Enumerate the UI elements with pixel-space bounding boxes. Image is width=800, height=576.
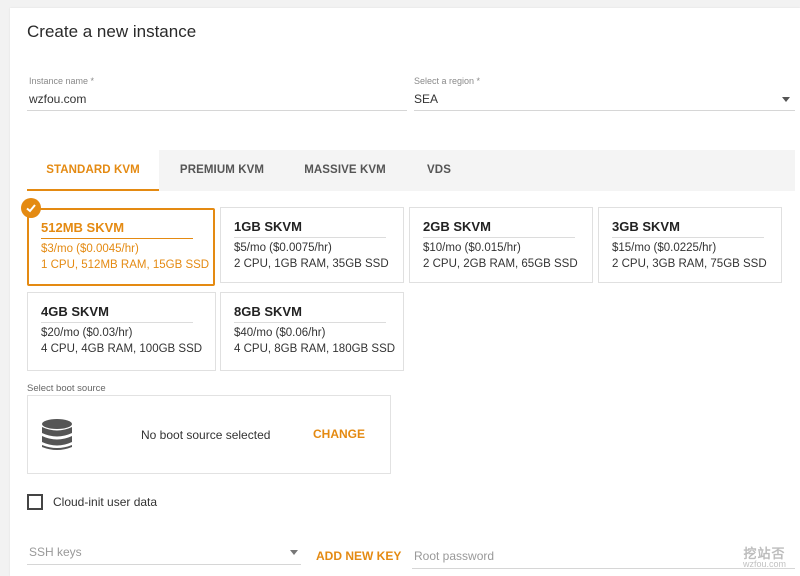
plan-card-4gb[interactable]: 4GB SKVM $20/mo ($0.03/hr) 4 CPU, 4GB RA… — [27, 292, 216, 371]
checkmark-icon — [21, 198, 41, 218]
region-underline — [414, 110, 795, 111]
plan-type-tabs: STANDARD KVM PREMIUM KVM MASSIVE KVM VDS — [27, 150, 795, 191]
watermark-logo: 挖站否 — [743, 546, 786, 561]
create-instance-panel: Create a new instance Instance name * wz… — [10, 8, 800, 576]
cloud-init-label: Cloud-init user data — [53, 495, 158, 509]
plan-price: $40/mo ($0.06/hr) — [234, 327, 326, 339]
plan-name: 4GB SKVM — [41, 304, 193, 323]
watermark-site: wzfou.com — [742, 559, 786, 569]
plan-specs: 4 CPU, 8GB RAM, 180GB SSD — [234, 343, 396, 355]
plan-name: 1GB SKVM — [234, 219, 386, 238]
root-password-input[interactable]: Root password — [414, 549, 494, 563]
instance-name-input[interactable]: wzfou.com — [29, 92, 86, 106]
plan-card-2gb[interactable]: 2GB SKVM $10/mo ($0.015/hr) 2 CPU, 2GB R… — [409, 207, 593, 283]
plan-name: 512MB SKVM — [41, 220, 193, 239]
page-title: Create a new instance — [27, 22, 197, 41]
plan-card-3gb[interactable]: 3GB SKVM $15/mo ($0.0225/hr) 2 CPU, 3GB … — [598, 207, 782, 283]
plan-card-8gb[interactable]: 8GB SKVM $40/mo ($0.06/hr) 4 CPU, 8GB RA… — [220, 292, 404, 371]
plan-price: $20/mo ($0.03/hr) — [41, 327, 133, 339]
tab-massive-kvm[interactable]: MASSIVE KVM — [295, 150, 395, 191]
plan-price: $3/mo ($0.0045/hr) — [41, 243, 139, 255]
plan-specs: 1 CPU, 512MB RAM, 15GB SSD — [41, 259, 210, 271]
plan-name: 3GB SKVM — [612, 219, 764, 238]
plan-specs: 4 CPU, 4GB RAM, 100GB SSD — [41, 343, 203, 355]
boot-source-label: Select boot source — [27, 383, 106, 394]
plan-card-512mb[interactable]: 512MB SKVM $3/mo ($0.0045/hr) 1 CPU, 512… — [21, 198, 215, 286]
database-icon — [40, 418, 74, 457]
region-select[interactable]: SEA — [414, 92, 438, 106]
tab-vds[interactable]: VDS — [415, 150, 463, 191]
change-boot-source-button[interactable]: CHANGE — [313, 427, 365, 441]
plan-name: 2GB SKVM — [423, 219, 575, 238]
add-new-key-button[interactable]: ADD NEW KEY — [316, 549, 401, 563]
instance-name-underline — [27, 110, 407, 111]
cloud-init-checkbox[interactable] — [27, 494, 43, 510]
region-label: Select a region * — [414, 76, 481, 86]
instance-name-label: Instance name * — [29, 76, 95, 86]
plan-specs: 2 CPU, 1GB RAM, 35GB SSD — [234, 258, 389, 270]
root-password-underline — [412, 568, 795, 569]
plan-price: $5/mo ($0.0075/hr) — [234, 242, 332, 254]
boot-source-box: No boot source selected CHANGE — [27, 395, 391, 474]
plan-name: 8GB SKVM — [234, 304, 386, 323]
tab-standard-kvm[interactable]: STANDARD KVM — [27, 150, 159, 191]
boot-source-status: No boot source selected — [141, 428, 271, 442]
watermark: 挖站否 wzfou.com — [742, 546, 786, 570]
chevron-down-icon[interactable] — [782, 97, 790, 102]
plan-specs: 2 CPU, 2GB RAM, 65GB SSD — [423, 258, 578, 270]
plan-price: $10/mo ($0.015/hr) — [423, 242, 521, 254]
plan-card-1gb[interactable]: 1GB SKVM $5/mo ($0.0075/hr) 2 CPU, 1GB R… — [220, 207, 404, 283]
plan-specs: 2 CPU, 3GB RAM, 75GB SSD — [612, 258, 767, 270]
plan-price: $15/mo ($0.0225/hr) — [612, 242, 717, 254]
ssh-keys-select[interactable]: SSH keys — [29, 545, 82, 559]
tab-premium-kvm[interactable]: PREMIUM KVM — [169, 150, 275, 191]
ssh-keys-underline — [27, 564, 301, 565]
chevron-down-icon[interactable] — [290, 550, 298, 555]
